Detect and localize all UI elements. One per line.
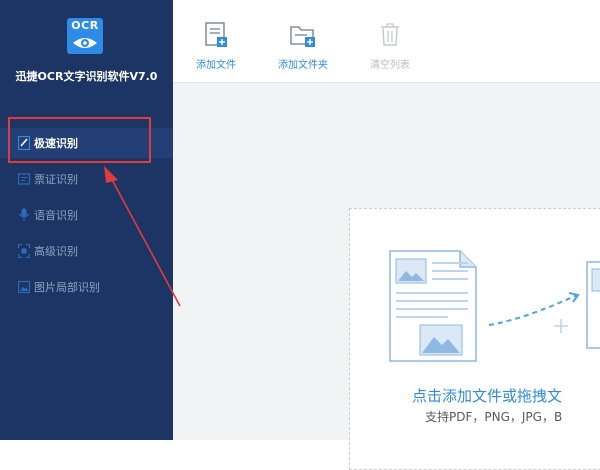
sidebar-item-label: 图片局部识别 xyxy=(34,281,100,294)
microphone-icon xyxy=(19,208,29,222)
ticket-icon xyxy=(18,173,30,185)
sidebar-item-image-region-recognition[interactable]: 图片局部识别 xyxy=(0,272,173,302)
drag-arrow-icon xyxy=(488,292,580,333)
add-file-button[interactable]: 添加文件 xyxy=(181,22,251,78)
toolbar: 添加文件 添加文件夹 清空列表 xyxy=(173,0,600,83)
add-folder-label: 添加文件夹 xyxy=(278,60,328,71)
app-logo: OCR xyxy=(67,18,103,54)
document-image-icon xyxy=(389,250,477,362)
sidebar-item-voice-recognition[interactable]: 语音识别 xyxy=(0,200,173,230)
trash-icon xyxy=(381,23,399,46)
logo-text: OCR xyxy=(71,19,99,32)
add-file-icon xyxy=(205,22,227,47)
main-area: 点击添加文件或拖拽文 支持PDF，PNG，JPG，B xyxy=(173,83,600,470)
sidebar-item-label: 票证识别 xyxy=(34,173,78,186)
add-file-label: 添加文件 xyxy=(196,60,236,71)
sidebar-item-ticket-recognition[interactable]: 票证识别 xyxy=(0,164,173,194)
sidebar-item-advanced-recognition[interactable]: 高级识别 xyxy=(0,236,173,266)
file-dropzone[interactable]: 点击添加文件或拖拽文 支持PDF，PNG，JPG，B xyxy=(349,208,600,470)
app-title: 迅捷OCR文字识别软件V7.0 xyxy=(15,70,158,83)
dropzone-subtitle: 支持PDF，PNG，JPG，B xyxy=(425,410,563,424)
sidebar: OCR 迅捷OCR文字识别软件V7.0 极速识别 票证识别 语音识别 高级识别 … xyxy=(0,0,173,440)
sidebar-item-fast-recognition[interactable]: 极速识别 xyxy=(0,128,173,158)
sidebar-item-label: 语音识别 xyxy=(34,209,78,222)
target-document-icon xyxy=(586,261,600,349)
sidebar-item-label: 极速识别 xyxy=(34,137,78,150)
eye-icon xyxy=(73,38,97,48)
clear-list-label: 清空列表 xyxy=(370,60,410,71)
advanced-icon xyxy=(18,244,30,258)
image-region-icon xyxy=(18,280,30,294)
sidebar-item-label: 高级识别 xyxy=(34,245,78,258)
fast-recognition-icon xyxy=(18,136,30,150)
add-folder-button[interactable]: 添加文件夹 xyxy=(268,22,338,78)
dropzone-title: 点击添加文件或拖拽文 xyxy=(412,387,563,405)
add-folder-icon xyxy=(290,26,315,47)
clear-list-button[interactable]: 清空列表 xyxy=(355,22,425,78)
